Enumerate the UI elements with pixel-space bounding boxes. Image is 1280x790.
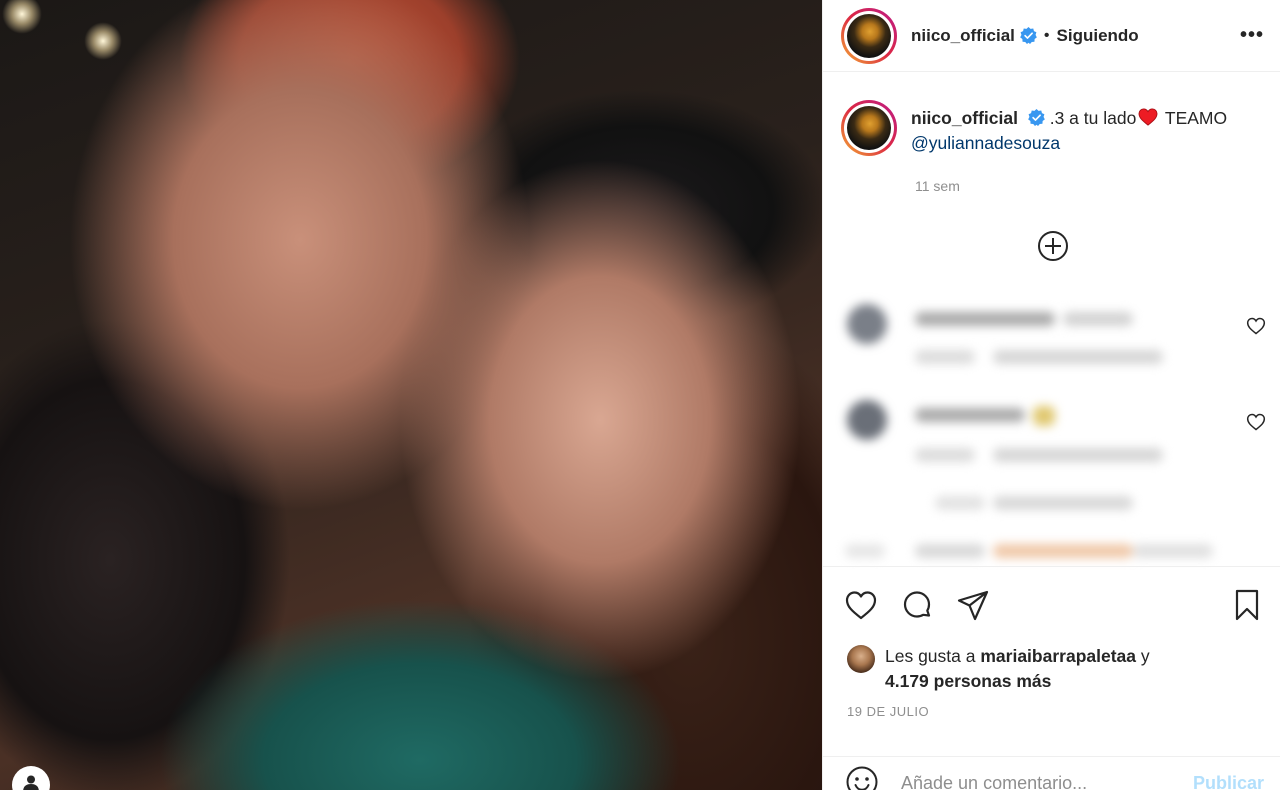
post-photo[interactable] (0, 0, 822, 790)
likes-text: Les gusta a mariaibarrapaletaa y 4.179 p… (885, 644, 1150, 694)
liker-username[interactable]: mariaibarrapaletaa (980, 646, 1136, 666)
caption-message-end: TEAMO (1160, 108, 1228, 128)
blurred-comment (843, 536, 1223, 566)
blurred-comment (843, 298, 1223, 378)
caption-mention-link[interactable]: @yuliannadesouza (911, 133, 1060, 153)
verified-icon (1020, 27, 1037, 44)
caption-avatar[interactable] (841, 100, 897, 156)
comment-icon[interactable] (899, 587, 935, 623)
caption-username[interactable]: niico_official (911, 108, 1018, 128)
red-heart-icon (1138, 108, 1158, 126)
caption-timestamp[interactable]: 11 sem (915, 178, 1280, 194)
likes-prefix: Les gusta a (885, 646, 981, 666)
post-date[interactable]: 19 DE JULIO (847, 704, 929, 719)
add-circle-icon[interactable] (1037, 230, 1069, 262)
comment-bar: Publicar (823, 756, 1280, 790)
author-username[interactable]: niico_official (911, 26, 1015, 46)
likes-count[interactable]: 4.179 personas más (885, 671, 1051, 691)
comment-input[interactable] (901, 765, 1171, 790)
blurred-replies (843, 486, 1223, 516)
user-icon (23, 775, 39, 790)
post-header: niico_official • Siguiendo ••• (823, 0, 1280, 72)
separator-dot: • (1043, 26, 1050, 44)
caption-text: niico_official .3 a tu lado TEAMO @yulia… (911, 100, 1227, 156)
likes-connector: y (1136, 646, 1150, 666)
post-caption: niico_official .3 a tu lado TEAMO @yulia… (823, 72, 1280, 156)
author-avatar[interactable] (841, 7, 897, 64)
save-icon[interactable] (1229, 587, 1265, 623)
blurred-comment (843, 394, 1223, 474)
publish-button[interactable]: Publicar (1193, 765, 1264, 790)
following-button[interactable]: Siguiendo (1057, 26, 1139, 46)
comment-like-icon[interactable] (1246, 316, 1266, 336)
background-light (2, 0, 42, 34)
likes-summary: Les gusta a mariaibarrapaletaa y 4.179 p… (847, 644, 1264, 694)
post-panel: niico_official • Siguiendo ••• niico_off… (822, 0, 1280, 790)
share-icon[interactable] (955, 587, 991, 623)
tagged-users-button[interactable] (12, 766, 50, 790)
liker-avatar[interactable] (847, 645, 875, 673)
more-options-button[interactable]: ••• (1240, 24, 1264, 47)
post-actions (823, 566, 1280, 642)
caption-message: .3 a tu lado (1049, 108, 1137, 128)
verified-icon (1028, 109, 1045, 126)
like-icon[interactable] (843, 587, 879, 623)
background-light (84, 22, 122, 60)
emoji-icon[interactable] (845, 765, 879, 790)
comment-like-icon[interactable] (1246, 412, 1266, 432)
